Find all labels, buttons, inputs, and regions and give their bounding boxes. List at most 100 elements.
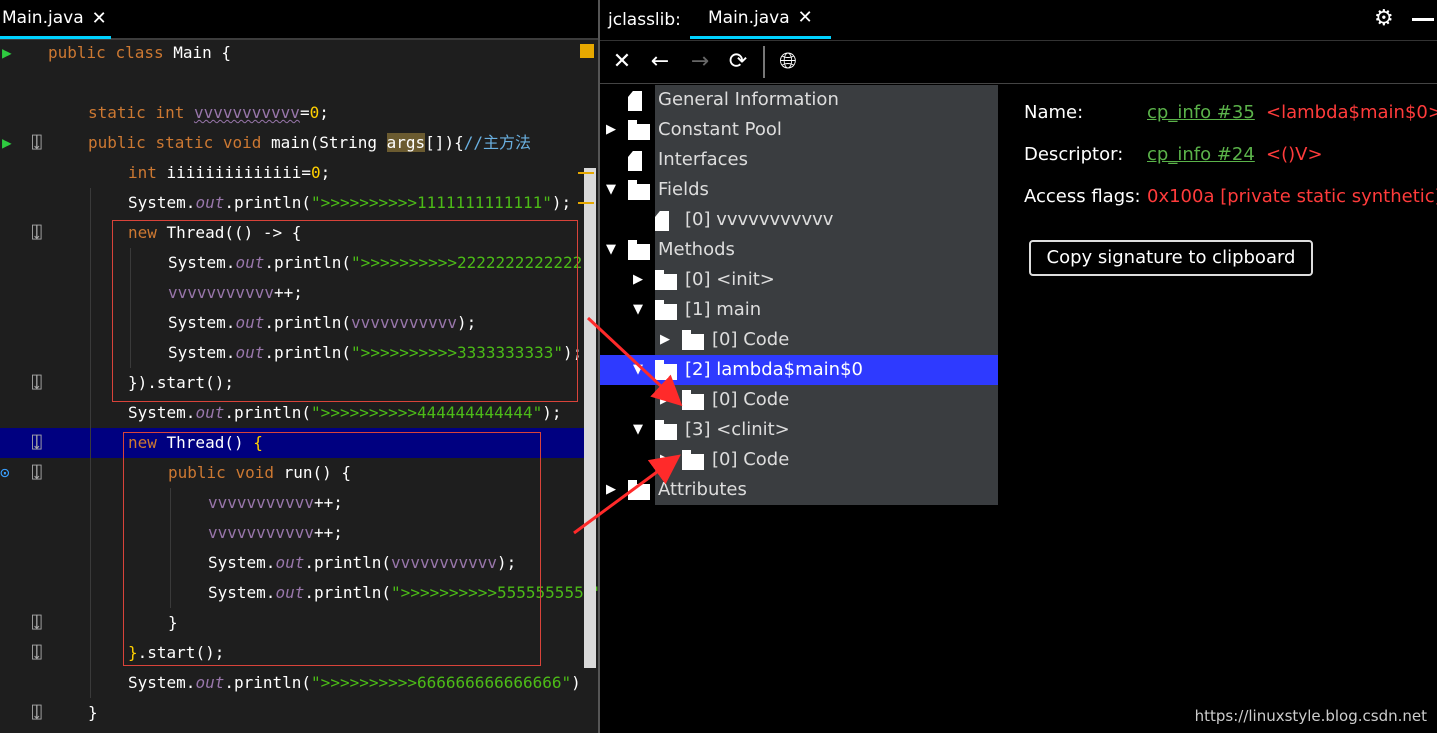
expand-arrow-icon[interactable]: ▶	[658, 445, 672, 475]
warning-indicator-icon[interactable]	[580, 44, 594, 58]
code-token: ">>>>>>>>>>444444444444"	[311, 403, 543, 422]
expand-arrow-icon[interactable]: ▶	[658, 325, 672, 355]
descriptor-cp-link[interactable]: cp_info #24	[1147, 140, 1255, 170]
expand-arrow-icon[interactable]: ▶	[658, 385, 672, 415]
code-token: iiiiiiiiiiiiii	[166, 163, 302, 182]
copy-signature-button[interactable]: Copy signature to clipboard	[1029, 240, 1313, 276]
fold-icon[interactable]: ⍗	[32, 698, 42, 728]
code-line[interactable]: static int vvvvvvvvvvv=0;	[0, 98, 584, 128]
folder-icon	[655, 300, 677, 320]
folder-icon	[628, 240, 650, 260]
toolbar-separator	[763, 46, 765, 78]
expand-arrow-icon[interactable]: ▶	[604, 475, 618, 505]
tree-node[interactable]: General Information	[600, 85, 998, 115]
tree-node[interactable]: ▶ [0] Code	[600, 445, 998, 475]
expand-arrow-icon[interactable]: ▶	[604, 115, 618, 145]
code-token: void	[222, 133, 272, 152]
tree-node[interactable]: ▶ [0] Code	[600, 325, 998, 355]
code-area[interactable]: public class Main { static int vvvvvvvvvv…	[0, 38, 598, 733]
code-token: int	[128, 163, 167, 182]
code-token: static	[88, 103, 156, 122]
folder-icon	[628, 480, 650, 500]
back-arrow-icon[interactable]: ←	[644, 47, 676, 77]
code-line[interactable]: System.out.println(">>>>>>>>>>1111111111…	[0, 188, 584, 218]
tree-node[interactable]: ▶ Attributes	[600, 475, 998, 505]
forward-arrow-icon[interactable]: →	[684, 47, 716, 77]
collapse-arrow-icon[interactable]: ▼	[631, 295, 645, 325]
folder-icon	[628, 180, 650, 200]
editor-scrollbar[interactable]	[584, 168, 596, 668]
code-token: out	[195, 403, 225, 422]
access-flags-label: Access flags:	[1024, 186, 1141, 207]
fold-icon[interactable]: ⍗	[32, 128, 42, 158]
file-icon	[655, 211, 669, 231]
class-structure-tree[interactable]: General Information ▶ Constant Pool Interfa…	[600, 85, 998, 505]
code-token: []){	[425, 133, 464, 152]
expand-arrow-icon[interactable]: ▶	[631, 265, 645, 295]
tree-node-label: [0] Code	[710, 445, 792, 475]
tree-node-label: [2] lambda$main$0	[685, 359, 863, 380]
name-cp-link[interactable]: cp_info #35	[1147, 98, 1255, 128]
scroll-marker	[578, 202, 594, 204]
tree-node[interactable]: ▶ Constant Pool	[600, 115, 998, 145]
collapse-arrow-icon[interactable]: ▼	[631, 415, 645, 445]
tree-node-label: Methods	[656, 235, 737, 265]
gear-icon[interactable]: ⚙	[1374, 6, 1394, 31]
code-line[interactable]: public static void main(String args[]){/…	[0, 128, 584, 158]
file-icon	[628, 91, 642, 111]
close-icon[interactable]: ✕	[92, 8, 107, 29]
tree-node[interactable]: ▶ [0] <init>	[600, 265, 998, 295]
tree-node[interactable]: Interfaces	[600, 145, 998, 175]
jclasslib-tab-main-java[interactable]: Main.java ✕	[690, 0, 831, 39]
fold-icon[interactable]: ⍗	[32, 608, 42, 638]
code-line[interactable]: int iiiiiiiiiiiiii=0;	[0, 158, 584, 188]
code-line[interactable]: }	[0, 698, 584, 728]
code-line-text: public static void main(String args[]){/…	[88, 128, 531, 158]
fold-icon[interactable]: ⍗	[32, 428, 42, 458]
code-line-text: public class Main {	[48, 38, 231, 68]
fold-icon[interactable]: ⍗	[32, 638, 42, 668]
code-line[interactable]: System.out.println(">>>>>>>>>>6666666666…	[0, 668, 584, 698]
tree-node[interactable]: ▶ [0] Code	[600, 385, 998, 415]
close-icon[interactable]: ✕	[798, 0, 813, 38]
collapse-arrow-icon[interactable]: ▼	[604, 235, 618, 265]
watermark: https://linuxstyle.blog.csdn.net	[1194, 707, 1427, 725]
code-token: System.	[128, 673, 196, 692]
folder-icon	[655, 360, 677, 380]
tree-node-label: Constant Pool	[656, 115, 784, 145]
editor-tab-label: Main.java	[2, 8, 84, 28]
code-token: ;	[319, 103, 329, 122]
indent-guide	[90, 188, 91, 698]
fold-icon[interactable]: ⍗	[32, 368, 42, 398]
code-token: args	[386, 133, 426, 152]
editor-tab-main-java[interactable]: Main.java ✕	[0, 0, 111, 39]
fold-icon[interactable]: ⍗	[32, 458, 42, 488]
code-line[interactable]	[0, 68, 584, 98]
globe-icon[interactable]: 🌐︎	[772, 47, 804, 77]
collapse-arrow-icon[interactable]: ▼	[631, 355, 645, 385]
collapse-arrow-icon[interactable]: ▼	[604, 175, 618, 205]
run-icon[interactable]: ▶	[2, 128, 12, 158]
editor-tab-bar: Main.java ✕	[0, 0, 598, 40]
code-line[interactable]: public class Main {	[0, 38, 584, 68]
jclasslib-toolbar: ✕ ← → ⟳ 🌐︎	[600, 41, 1437, 84]
access-flags-value: 0x100a [private static synthetic]	[1147, 186, 1437, 207]
code-line-text: static int vvvvvvvvvvv=0;	[88, 98, 329, 128]
refresh-icon[interactable]: ⟳	[722, 47, 754, 77]
code-token: 0	[309, 103, 320, 122]
tree-node[interactable]: ▼ [1] main	[600, 295, 998, 325]
jclasslib-title: jclasslib:	[608, 10, 681, 30]
code-token: out	[195, 193, 225, 212]
fold-icon[interactable]: ⍗	[32, 218, 42, 248]
tree-node[interactable]: ▼ [3] <clinit>	[600, 415, 998, 445]
tree-node[interactable]: ▼ Methods	[600, 235, 998, 265]
tree-node[interactable]: ▼ [2] lambda$main$0	[600, 355, 998, 385]
close-icon[interactable]: ✕	[606, 47, 638, 77]
code-line[interactable]: System.out.println(">>>>>>>>>>4444444444…	[0, 398, 584, 428]
code-line-text: System.out.println(">>>>>>>>>>4444444444…	[128, 398, 562, 428]
minimize-icon[interactable]	[1412, 18, 1434, 21]
tree-node[interactable]: [0] vvvvvvvvvvv	[600, 205, 998, 235]
folder-icon	[682, 450, 704, 470]
run-icon[interactable]: ▶	[2, 38, 12, 68]
tree-node[interactable]: ▼ Fields	[600, 175, 998, 205]
